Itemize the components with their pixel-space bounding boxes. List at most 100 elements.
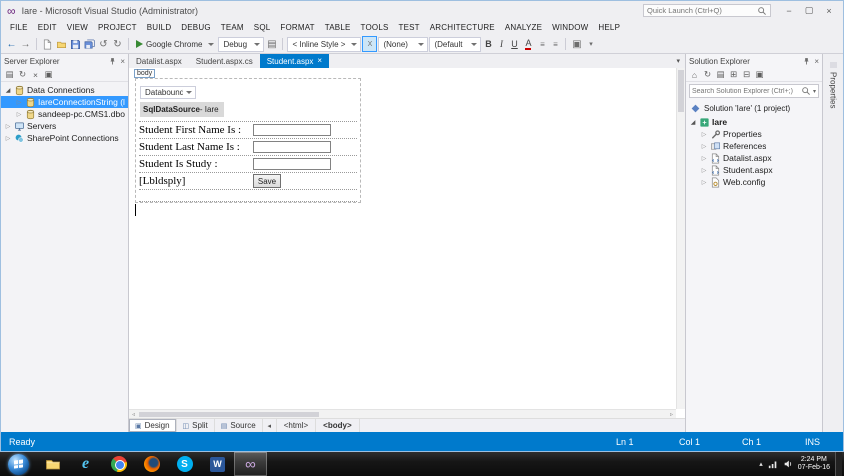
menu-format[interactable]: FORMAT [275, 23, 319, 32]
align-center-icon[interactable]: ≡ [549, 40, 561, 49]
refresh-icon[interactable]: ↻ [702, 69, 713, 80]
refresh-icon[interactable]: ↻ [17, 69, 28, 80]
search-options-icon[interactable]: ▾ [813, 88, 816, 95]
view-mode-split[interactable]: ◫ Split [177, 419, 215, 432]
view-mode-source[interactable]: ▤ Source [215, 419, 263, 432]
pin-icon[interactable] [802, 57, 811, 66]
menu-sql[interactable]: SQL [249, 23, 276, 32]
underline-button[interactable]: U [508, 39, 520, 49]
toolbar-overflow-icon[interactable]: ▾ [584, 36, 597, 52]
collapsed-icon[interactable]: ▷ [700, 143, 708, 150]
stop-refresh-icon[interactable]: × [30, 70, 41, 80]
collapse-all-icon[interactable]: ⊟ [741, 69, 752, 80]
configuration-dropdown[interactable]: Debug [218, 36, 265, 52]
show-desktop-button[interactable] [835, 452, 842, 476]
font-dropdown[interactable]: (Default [429, 36, 482, 52]
sqldatasource-control[interactable]: SqlDataSource - Iare [140, 102, 224, 117]
vertical-scrollbar[interactable] [676, 68, 685, 409]
solution-explorer-header[interactable]: Solution Explorer × [686, 54, 822, 68]
tree-item-references[interactable]: ▷ References [686, 140, 822, 152]
menu-table[interactable]: TABLE [320, 23, 356, 32]
save-all-icon[interactable] [83, 36, 96, 52]
collapsed-icon[interactable]: ▷ [700, 179, 708, 186]
taskbar-visual-studio[interactable]: ∞ [234, 452, 267, 476]
show-all-files-icon[interactable]: ▤ [715, 69, 726, 80]
solution-root-item[interactable]: Solution 'Iare' (1 project) [686, 102, 822, 114]
expand-all-icon[interactable]: ⊞ [728, 69, 739, 80]
filter-icon[interactable]: ▣ [43, 69, 54, 80]
menu-team[interactable]: TEAM [216, 23, 249, 32]
collapsed-icon[interactable]: ▷ [4, 123, 12, 130]
server-explorer-header[interactable]: Server Explorer × [1, 54, 128, 68]
new-file-icon[interactable] [41, 36, 54, 52]
target-rule-toggle-icon[interactable]: X [362, 36, 378, 52]
tree-item-student-aspx[interactable]: ▷ Student.aspx [686, 164, 822, 176]
field-textbox[interactable] [253, 141, 331, 153]
tree-item-servers[interactable]: ▷ Servers [1, 120, 128, 132]
tree-item-sandeep-pc-cms1-dbo[interactable]: ▷ sandeep-pc.CMS1.dbo [1, 108, 128, 120]
collapsed-icon[interactable]: ▷ [15, 111, 23, 118]
redo-icon[interactable]: ↻ [111, 36, 124, 52]
menu-architecture[interactable]: ARCHITECTURE [425, 23, 500, 32]
taskbar-start[interactable] [0, 452, 36, 476]
quick-launch-box[interactable] [643, 4, 771, 17]
field-textbox[interactable] [253, 124, 331, 136]
expanded-icon[interactable]: ◢ [4, 87, 12, 94]
tab-properties[interactable]: Properties [829, 72, 838, 108]
tree-item-iare[interactable]: ◢ Iare [686, 116, 822, 128]
save-icon[interactable] [69, 36, 82, 52]
menu-file[interactable]: FILE [5, 23, 33, 32]
menu-analyze[interactable]: ANALYZE [500, 23, 547, 32]
close-button[interactable]: × [819, 3, 839, 18]
tag-crumb-body[interactable]: <body> [316, 419, 360, 432]
pin-icon[interactable] [108, 57, 117, 66]
collapsed-icon[interactable]: ▷ [700, 131, 708, 138]
tab-close-icon[interactable]: × [317, 57, 322, 65]
menu-edit[interactable]: EDIT [33, 23, 62, 32]
close-panel-icon[interactable]: × [814, 57, 819, 66]
field-textbox[interactable] [253, 158, 331, 170]
target-rule-dropdown[interactable]: (None) [378, 36, 429, 52]
tree-item-properties[interactable]: ▷ Properties [686, 128, 822, 140]
tree-item-iareconnectionstring-l[interactable]: ▷ IareConnectionString (l [1, 96, 128, 108]
font-color-button[interactable]: A [521, 36, 535, 52]
solution-search-input[interactable] [692, 87, 799, 95]
scrollbar-thumb[interactable] [139, 411, 319, 417]
start-debug-button[interactable]: Google Chrome [133, 36, 217, 52]
collapsed-icon[interactable]: ▷ [4, 135, 12, 142]
properties-icon[interactable]: ▣ [754, 69, 765, 80]
taskbar-word[interactable]: W [201, 452, 234, 476]
style-application-dropdown[interactable]: < Inline Style > [287, 36, 362, 52]
solution-search-box[interactable]: ▾ [689, 84, 819, 98]
show-hidden-icons-icon[interactable]: ▴ [759, 460, 763, 468]
menu-help[interactable]: HELP [593, 23, 625, 32]
taskbar-file-explorer[interactable] [36, 452, 69, 476]
tree-item-data-connections[interactable]: ◢ Data Connections [1, 84, 128, 96]
form-container[interactable]: Databound SqlDataSource - Iare Student F… [135, 78, 361, 203]
taskbar-firefox[interactable] [135, 452, 168, 476]
connect-database-icon[interactable]: ▤ [4, 69, 15, 80]
scrollbar-thumb[interactable] [829, 62, 837, 68]
horizontal-scrollbar[interactable]: ◃ ▹ [129, 409, 676, 418]
view-mode-design[interactable]: ▣ Design [129, 419, 177, 432]
tag-nav-back-icon[interactable]: ◂ [263, 419, 277, 432]
taskbar-internet-explorer[interactable]: e [69, 452, 102, 476]
expanded-icon[interactable]: ◢ [689, 119, 697, 126]
tree-item-sharepoint-connections[interactable]: ▷ SharePoint Connections [1, 132, 128, 144]
collapsed-icon[interactable]: ▷ [700, 155, 708, 162]
scroll-left-icon[interactable]: ◃ [129, 411, 138, 418]
tree-item-web-config[interactable]: ▷ Web.config [686, 176, 822, 188]
menu-window[interactable]: WINDOW [547, 23, 593, 32]
toolbar-misc-icon[interactable]: ▤ [265, 36, 278, 52]
menu-test[interactable]: TEST [394, 23, 425, 32]
titlebar[interactable]: ∞ Iare - Microsoft Visual Studio (Admini… [1, 1, 843, 20]
collapsed-icon[interactable]: ▷ [15, 99, 23, 106]
tab-datalist-aspx[interactable]: Datalist.aspx [129, 54, 189, 68]
network-icon[interactable] [768, 459, 778, 469]
menu-debug[interactable]: DEBUG [176, 23, 215, 32]
tag-crumb-html[interactable]: <html> [277, 419, 317, 432]
taskbar-clock[interactable]: 2:24 PM 07-Feb-16 [798, 456, 830, 473]
bold-button[interactable]: B [482, 39, 494, 49]
navigate-forward-icon[interactable]: → [19, 36, 32, 52]
scroll-right-icon[interactable]: ▹ [667, 411, 676, 418]
